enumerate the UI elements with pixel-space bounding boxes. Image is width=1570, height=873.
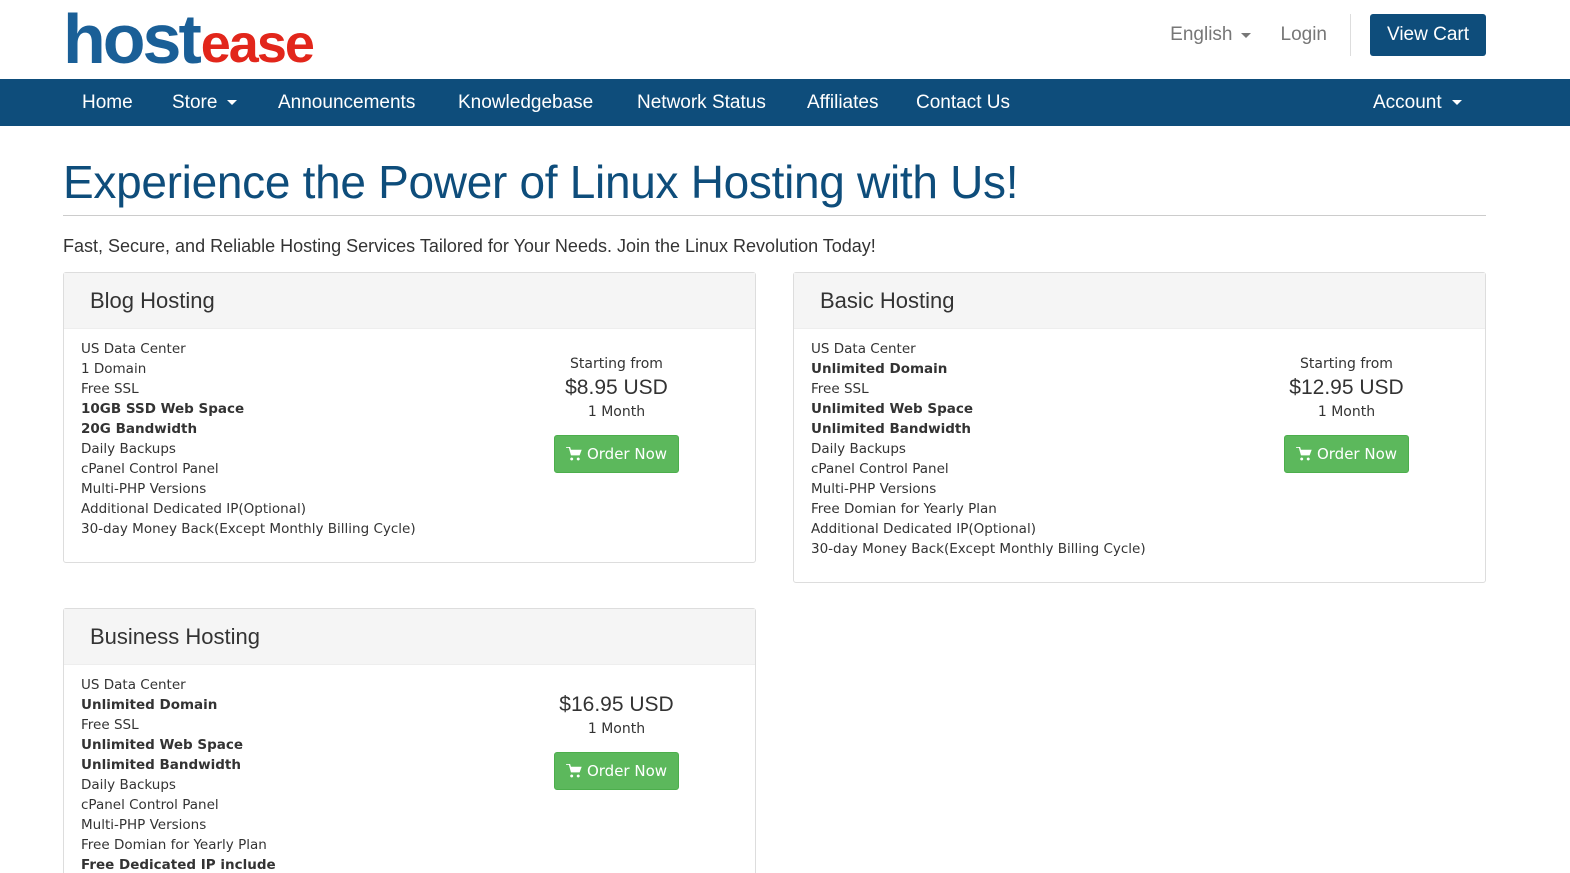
order-now-button[interactable]: Order Now <box>554 435 679 473</box>
feature-item: Free Domian for Yearly Plan <box>811 501 997 517</box>
title-divider <box>63 215 1486 216</box>
product-panel-blog-hosting: Blog Hosting US Data Center 1 Domain Fre… <box>63 272 756 563</box>
feature-item: US Data Center <box>811 341 916 357</box>
nav-store-label: Store <box>172 92 218 113</box>
feature-list: US Data Center Unlimited Domain Free SSL… <box>811 339 1146 559</box>
starting-from-label: Starting from <box>570 356 663 372</box>
feature-item: cPanel Control Panel <box>811 461 949 477</box>
feature-item: 1 Domain <box>81 361 147 377</box>
feature-item: 20G Bandwidth <box>81 421 198 437</box>
logo-ease-text: ease <box>200 14 315 74</box>
nav-knowledgebase[interactable]: Knowledgebase <box>458 79 593 126</box>
caret-down-icon <box>227 100 238 106</box>
product-name: Blog Hosting <box>64 273 755 329</box>
shopping-cart-icon <box>1296 447 1312 461</box>
feature-item: 30-day Money Back(Except Monthly Billing… <box>811 541 1146 557</box>
nav-account-label: Account <box>1373 92 1442 113</box>
nav-affiliates[interactable]: Affiliates <box>807 79 878 126</box>
product-name: Business Hosting <box>64 609 755 665</box>
pricing-block: Starting from $12.95 USD 1 Month Order N… <box>1254 353 1439 473</box>
page-title: Experience the Power of Linux Hosting wi… <box>63 156 1019 208</box>
feature-item: cPanel Control Panel <box>81 461 219 477</box>
feature-item: Unlimited Web Space <box>811 401 974 417</box>
price: $16.95 USD <box>559 693 674 716</box>
feature-list: US Data Center Unlimited Domain Free SSL… <box>81 675 276 873</box>
pricing-block: Starting from $8.95 USD 1 Month Order No… <box>524 353 709 473</box>
starting-from-label: Starting from <box>1300 356 1393 372</box>
pricing-block: $16.95 USD 1 Month Order Now <box>524 692 709 790</box>
feature-item: Unlimited Web Space <box>81 737 244 753</box>
feature-list: US Data Center 1 Domain Free SSL 10GB SS… <box>81 339 416 539</box>
language-label: English <box>1170 24 1233 45</box>
feature-item: Free Dedicated IP include <box>81 857 276 873</box>
billing-cycle: 1 Month <box>587 721 646 737</box>
product-name: Basic Hosting <box>794 273 1485 329</box>
feature-item: Multi-PHP Versions <box>81 481 207 497</box>
feature-item: Daily Backups <box>811 441 906 457</box>
caret-down-icon <box>1240 32 1251 38</box>
feature-item: 10GB SSD Web Space <box>81 401 245 417</box>
feature-item: Multi-PHP Versions <box>811 481 937 497</box>
order-now-button[interactable]: Order Now <box>554 752 679 790</box>
logo-host-text: hos <box>63 0 181 78</box>
feature-item: Additional Dedicated IP(Optional) <box>81 501 306 517</box>
shopping-cart-icon <box>566 764 582 778</box>
caret-down-icon <box>1451 100 1462 106</box>
order-now-button[interactable]: Order Now <box>1284 435 1409 473</box>
language-dropdown[interactable]: English <box>1170 24 1251 46</box>
feature-item: Unlimited Domain <box>81 697 218 713</box>
feature-item: Free SSL <box>811 381 869 397</box>
view-cart-button[interactable]: View Cart <box>1370 14 1486 56</box>
nav-contact-us[interactable]: Contact Us <box>916 79 1010 126</box>
order-now-label: Order Now <box>586 762 668 780</box>
feature-item: 30-day Money Back(Except Monthly Billing… <box>81 521 416 537</box>
feature-item: Daily Backups <box>81 777 176 793</box>
feature-item: Free Domian for Yearly Plan <box>81 837 267 853</box>
nav-announcements[interactable]: Announcements <box>278 79 415 126</box>
nav-store[interactable]: Store <box>172 79 238 126</box>
nav-network-status[interactable]: Network Status <box>637 79 766 126</box>
login-link[interactable]: Login <box>1281 24 1328 46</box>
divider <box>1350 14 1351 56</box>
hostease-logo[interactable]: host ease <box>63 4 353 74</box>
feature-item: US Data Center <box>81 677 186 693</box>
order-now-label: Order Now <box>1316 445 1398 463</box>
product-panel-basic-hosting: Basic Hosting US Data Center Unlimited D… <box>793 272 1486 583</box>
feature-item: Free SSL <box>81 717 139 733</box>
site-header: host ease English Login View Cart <box>0 0 1570 79</box>
product-panel-business-hosting: Business Hosting US Data Center Unlimite… <box>63 608 756 873</box>
top-links: English Login View Cart <box>1170 14 1486 56</box>
feature-item: Unlimited Domain <box>811 361 948 377</box>
feature-item: cPanel Control Panel <box>81 797 219 813</box>
main-navigation: Home Store Announcements Knowledgebase N… <box>0 79 1570 126</box>
feature-item: Daily Backups <box>81 441 176 457</box>
feature-item: Multi-PHP Versions <box>81 817 207 833</box>
feature-item: Free SSL <box>81 381 139 397</box>
nav-account[interactable]: Account <box>1373 79 1462 126</box>
feature-item: Additional Dedicated IP(Optional) <box>811 521 1036 537</box>
nav-home[interactable]: Home <box>82 79 133 126</box>
shopping-cart-icon <box>566 447 582 461</box>
page-tagline: Fast, Secure, and Reliable Hosting Servi… <box>63 236 876 256</box>
feature-item: Unlimited Bandwidth <box>81 757 241 773</box>
price: $8.95 USD <box>565 376 668 399</box>
price: $12.95 USD <box>1289 376 1404 399</box>
feature-item: US Data Center <box>81 341 186 357</box>
billing-cycle: 1 Month <box>587 404 646 420</box>
order-now-label: Order Now <box>586 445 668 463</box>
billing-cycle: 1 Month <box>1317 404 1376 420</box>
logo-t-text: t <box>178 0 201 78</box>
feature-item: Unlimited Bandwidth <box>811 421 971 437</box>
